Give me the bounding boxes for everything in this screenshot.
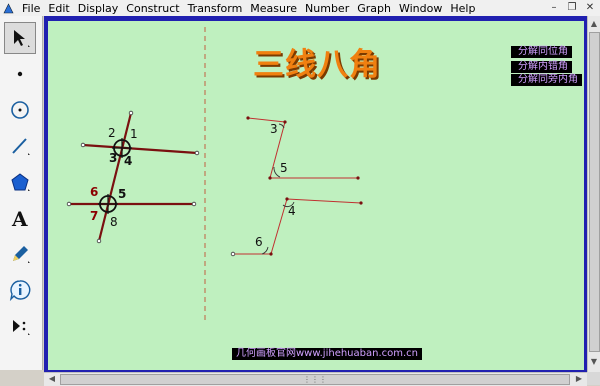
scroll-left-icon[interactable]: ◀ bbox=[46, 373, 58, 385]
scroll-right-icon[interactable]: ▶ bbox=[573, 373, 585, 385]
play-more-icon bbox=[13, 320, 30, 335]
compass-tool[interactable] bbox=[4, 94, 36, 126]
geometry-drawing bbox=[66, 27, 363, 321]
angle-label-2: 2 bbox=[108, 126, 116, 140]
polygon-icon bbox=[11, 173, 30, 191]
custom-tool[interactable] bbox=[4, 310, 36, 342]
scroll-up-icon[interactable]: ▲ bbox=[588, 18, 600, 30]
lower-transversal-line[interactable] bbox=[270, 198, 288, 255]
arrow-icon bbox=[14, 30, 30, 47]
point[interactable] bbox=[80, 142, 86, 148]
point[interactable] bbox=[285, 197, 289, 201]
segment-icon bbox=[12, 138, 30, 155]
angle-label-4: 4 bbox=[124, 154, 133, 168]
upper-line[interactable] bbox=[82, 143, 198, 155]
polygon-tool[interactable] bbox=[4, 166, 36, 198]
menu-display[interactable]: Display bbox=[74, 2, 123, 15]
point[interactable] bbox=[283, 120, 287, 124]
sketch-canvas[interactable]: 三线八角 分解同位角 分解内错角 分解同旁内角 1 2 3 4 5 6 7 8 … bbox=[48, 21, 584, 370]
point-tool[interactable] bbox=[4, 58, 36, 90]
angle-label-5-right: 5 bbox=[280, 161, 288, 175]
straightedge-tool[interactable] bbox=[4, 130, 36, 162]
website-caption[interactable]: 几何画板官网www.jihehuaban.com.cn bbox=[232, 348, 423, 360]
point[interactable] bbox=[359, 201, 363, 205]
circle-icon bbox=[11, 101, 29, 119]
vertical-scrollbar[interactable]: ▲ ▼ bbox=[587, 16, 600, 372]
point[interactable] bbox=[194, 150, 200, 156]
point[interactable] bbox=[128, 110, 134, 116]
point-icon bbox=[17, 71, 23, 77]
app-icon bbox=[3, 2, 14, 13]
menu-graph[interactable]: Graph bbox=[353, 2, 395, 15]
scrollbar-corner bbox=[587, 372, 600, 385]
point[interactable] bbox=[66, 201, 72, 207]
window-controls: – ❐ ✕ bbox=[548, 2, 596, 13]
menu-help[interactable]: Help bbox=[446, 2, 479, 15]
marker-tool[interactable] bbox=[4, 238, 36, 270]
vertical-scroll-thumb[interactable] bbox=[589, 32, 600, 352]
menu-measure[interactable]: Measure bbox=[246, 2, 301, 15]
angle-label-3: 3 bbox=[109, 151, 118, 165]
information-tool[interactable] bbox=[4, 274, 36, 306]
horizontal-scroll-thumb[interactable]: ⋮⋮⋮ bbox=[60, 374, 570, 385]
menu-file[interactable]: File bbox=[18, 2, 44, 15]
angle-label-4-right: 4 bbox=[288, 204, 296, 218]
angle-label-3-right: 3 bbox=[270, 122, 278, 136]
point[interactable] bbox=[356, 176, 360, 180]
minimize-icon[interactable]: – bbox=[548, 2, 560, 13]
point[interactable] bbox=[230, 251, 236, 257]
pencil-icon bbox=[13, 246, 30, 263]
angle-label-6-right: 6 bbox=[255, 235, 263, 249]
angle-label-1: 1 bbox=[130, 127, 138, 141]
info-icon bbox=[9, 280, 31, 301]
arrow-select-tool[interactable] bbox=[4, 22, 36, 54]
point[interactable] bbox=[269, 252, 273, 256]
close-icon[interactable]: ✕ bbox=[584, 2, 596, 13]
menu-construct[interactable]: Construct bbox=[122, 2, 183, 15]
angle-label-5: 5 bbox=[118, 187, 127, 201]
angle-label-8: 8 bbox=[110, 215, 118, 229]
restore-icon[interactable]: ❐ bbox=[566, 2, 578, 13]
lower-top-line[interactable] bbox=[286, 198, 362, 204]
toolbox: A bbox=[0, 16, 43, 370]
menu-window[interactable]: Window bbox=[395, 2, 446, 15]
lower-intersection-marker bbox=[98, 194, 118, 214]
text-icon: A bbox=[11, 207, 28, 229]
scroll-down-icon[interactable]: ▼ bbox=[588, 356, 600, 368]
menu-number[interactable]: Number bbox=[301, 2, 353, 15]
horizontal-scrollbar[interactable]: ◀ ⋮⋮⋮ ▶ bbox=[44, 372, 587, 386]
angle-label-6: 6 bbox=[90, 185, 99, 199]
menu-edit[interactable]: Edit bbox=[44, 2, 73, 15]
point[interactable] bbox=[96, 238, 102, 244]
menu-bar: File Edit Display Construct Transform Me… bbox=[0, 0, 600, 16]
svg-text:A: A bbox=[11, 207, 28, 229]
menu-transform[interactable]: Transform bbox=[184, 2, 247, 15]
angle-label-7: 7 bbox=[90, 209, 99, 223]
angle-mark bbox=[261, 246, 269, 255]
text-tool[interactable]: A bbox=[4, 202, 36, 234]
point[interactable] bbox=[268, 176, 272, 180]
point[interactable] bbox=[246, 116, 250, 120]
point[interactable] bbox=[191, 201, 197, 207]
z-top-line[interactable] bbox=[247, 117, 286, 123]
